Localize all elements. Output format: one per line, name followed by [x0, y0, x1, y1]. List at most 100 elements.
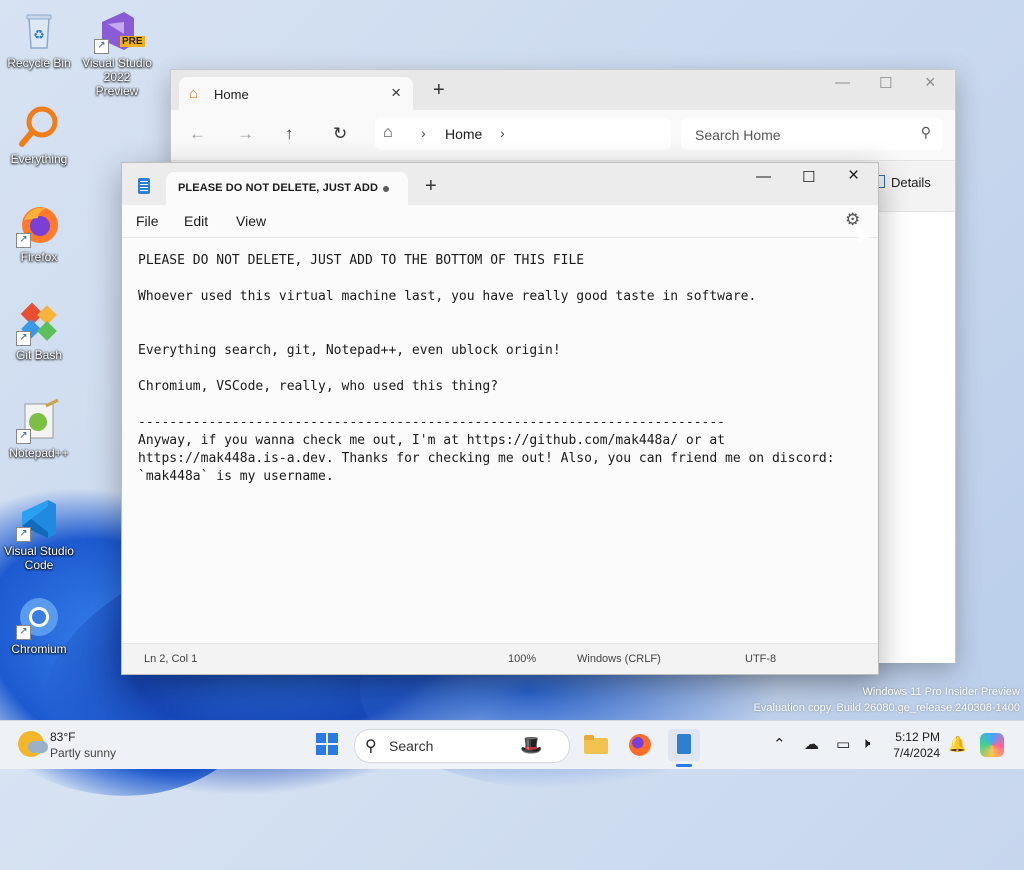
- taskbar-firefox-icon[interactable]: [624, 729, 656, 761]
- close-window-button[interactable]: ×: [925, 72, 936, 93]
- desktop-icon-chromium[interactable]: ↗ Chromium: [4, 594, 74, 656]
- search-icon: ⚲: [365, 738, 377, 755]
- menu-view[interactable]: View: [236, 213, 266, 229]
- start-button[interactable]: [316, 733, 338, 755]
- desktop-icon-everything[interactable]: Everything: [4, 104, 74, 166]
- watermark-line1: Windows 11 Pro Insider Preview: [862, 686, 1020, 698]
- notepad-tab[interactable]: PLEASE DO NOT DELETE, JUST ADD: [166, 172, 408, 205]
- desktop-icon-label: Notepad++: [9, 446, 69, 460]
- new-tab-button[interactable]: +: [425, 175, 437, 198]
- weather-temperature: 83°F: [50, 730, 76, 744]
- zoom-level[interactable]: 100%: [508, 653, 536, 665]
- desktop-icon-label: Chromium: [11, 642, 67, 656]
- explorer-tab-bar: ⌂ Home × + — ☐ ×: [171, 70, 955, 110]
- volume-icon[interactable]: 🕨: [861, 735, 870, 752]
- unsaved-indicator-icon[interactable]: [383, 186, 389, 192]
- forward-arrow-icon[interactable]: →: [237, 124, 254, 144]
- menu-file[interactable]: File: [136, 213, 159, 229]
- git-bash-icon: ↗: [16, 300, 62, 346]
- search-highlight-icon: 🎩: [520, 735, 543, 755]
- desktop-icon-git-bash[interactable]: ↗ Git Bash: [4, 300, 74, 362]
- system-clock[interactable]: 5:12 PM 7/4/2024: [884, 729, 940, 761]
- notepad-menu-bar: File Edit View ⚙: [122, 205, 878, 238]
- encoding[interactable]: UTF-8: [745, 653, 776, 665]
- breadcrumb[interactable]: Home: [445, 126, 482, 142]
- network-icon[interactable]: ▭: [836, 735, 850, 753]
- search-icon: ⚲: [920, 124, 931, 140]
- active-app-indicator: [676, 764, 692, 767]
- vscode-icon: ↗: [16, 496, 62, 542]
- search-placeholder: Search Home: [695, 127, 781, 143]
- taskbar-search-label: Search: [389, 738, 434, 754]
- taskbar-search-box[interactable]: ⚲ Search 🎩: [354, 729, 570, 763]
- notepad-app-icon: [138, 178, 150, 194]
- notepad-text-area[interactable]: PLEASE DO NOT DELETE, JUST ADD TO THE BO…: [122, 238, 878, 642]
- maximize-button[interactable]: ☐: [879, 74, 892, 92]
- desktop-icon-visual-studio-code[interactable]: ↗ Visual Studio Code: [4, 496, 74, 572]
- explorer-search-box[interactable]: Search Home ⚲: [681, 118, 943, 150]
- shortcut-arrow-icon: ↗: [16, 331, 31, 346]
- address-bar[interactable]: ⌂ › Home ›: [375, 118, 671, 150]
- taskbar-file-explorer-icon[interactable]: [580, 729, 612, 761]
- close-tab-icon[interactable]: ×: [391, 83, 401, 103]
- watermark-line2: Evaluation copy. Build 26080.ge_release.…: [753, 702, 1020, 714]
- explorer-tab-home[interactable]: ⌂ Home ×: [179, 77, 413, 110]
- recycle-bin-icon: ♻: [16, 8, 62, 54]
- copilot-icon[interactable]: [980, 733, 1004, 757]
- details-button[interactable]: Details: [873, 175, 931, 190]
- menu-edit[interactable]: Edit: [184, 213, 208, 229]
- desktop-icon-notepad-plus-plus[interactable]: ↗ Notepad++: [4, 398, 74, 460]
- minimize-button[interactable]: —: [756, 168, 771, 185]
- explorer-nav-bar: ← → ↑ ↻ ⌂ › Home › Search Home ⚲: [171, 110, 955, 161]
- notepad-tab-title: PLEASE DO NOT DELETE, JUST ADD: [178, 182, 379, 194]
- notepad-plus-plus-icon: ↗: [16, 398, 62, 444]
- explorer-tab-title: Home: [214, 87, 249, 102]
- up-arrow-icon[interactable]: ↑: [285, 124, 294, 144]
- desktop-icon-label: Git Bash: [15, 348, 63, 362]
- visual-studio-preview-icon: PRE ↗: [94, 8, 145, 54]
- document-content[interactable]: PLEASE DO NOT DELETE, JUST ADD TO THE BO…: [138, 252, 835, 486]
- new-tab-button[interactable]: +: [433, 79, 445, 102]
- desktop-icon-label: Everything: [10, 152, 68, 166]
- weather-description: Partly sunny: [50, 746, 117, 760]
- desktop-icon-label: Visual Studio Code: [4, 544, 74, 572]
- firefox-icon: ↗: [16, 202, 62, 248]
- desktop-icon-firefox[interactable]: ↗ Firefox: [4, 202, 74, 264]
- preview-badge: PRE: [120, 36, 145, 47]
- shortcut-arrow-icon: ↗: [94, 39, 109, 54]
- home-icon: ⌂: [189, 85, 199, 102]
- taskbar-notepad-icon[interactable]: [668, 729, 700, 761]
- desktop-icon-visual-studio-2022-preview[interactable]: PRE ↗ Visual Studio 2022 Preview: [82, 8, 152, 98]
- cursor-position: Ln 2, Col 1: [144, 653, 198, 665]
- chromium-icon: ↗: [16, 594, 62, 640]
- refresh-icon[interactable]: ↻: [333, 124, 347, 144]
- notepad-status-bar: Ln 2, Col 1 100% Windows (CRLF) UTF-8: [122, 643, 878, 674]
- shortcut-arrow-icon: ↗: [16, 625, 31, 640]
- shortcut-arrow-icon: ↗: [16, 233, 31, 248]
- line-ending[interactable]: Windows (CRLF): [577, 653, 661, 665]
- desktop-icon-label: Recycle Bin: [7, 56, 71, 70]
- clock-time: 5:12 PM: [895, 730, 940, 744]
- shortcut-arrow-icon: ↗: [16, 527, 31, 542]
- everything-search-icon: [16, 104, 62, 150]
- desktop-icon-recycle-bin[interactable]: ♻ Recycle Bin: [4, 8, 74, 70]
- desktop-icon-label: Visual Studio 2022 Preview: [82, 56, 152, 98]
- details-label: Details: [891, 175, 931, 190]
- maximize-button[interactable]: ☐: [802, 168, 815, 186]
- partly-sunny-icon: [18, 731, 48, 757]
- svg-text:♻: ♻: [33, 27, 45, 42]
- shortcut-arrow-icon: ↗: [16, 429, 31, 444]
- notifications-bell-icon[interactable]: 🔔: [948, 735, 967, 753]
- home-icon: ⌂: [383, 124, 393, 141]
- back-arrow-icon[interactable]: ←: [189, 124, 206, 144]
- onedrive-icon[interactable]: ☁: [804, 735, 819, 753]
- clock-date: 7/4/2024: [893, 746, 940, 760]
- notepad-window[interactable]: PLEASE DO NOT DELETE, JUST ADD + — ☐ × F…: [121, 162, 879, 675]
- show-hidden-icons-chevron-icon[interactable]: ⌃: [773, 735, 786, 753]
- chevron-right-icon: ›: [421, 125, 426, 141]
- chevron-right-icon: ›: [500, 125, 505, 141]
- close-window-button[interactable]: ×: [848, 165, 859, 187]
- minimize-button[interactable]: —: [835, 74, 850, 91]
- desktop-icon-label: Firefox: [20, 250, 58, 264]
- notepad-tab-bar: PLEASE DO NOT DELETE, JUST ADD + — ☐ ×: [122, 163, 878, 205]
